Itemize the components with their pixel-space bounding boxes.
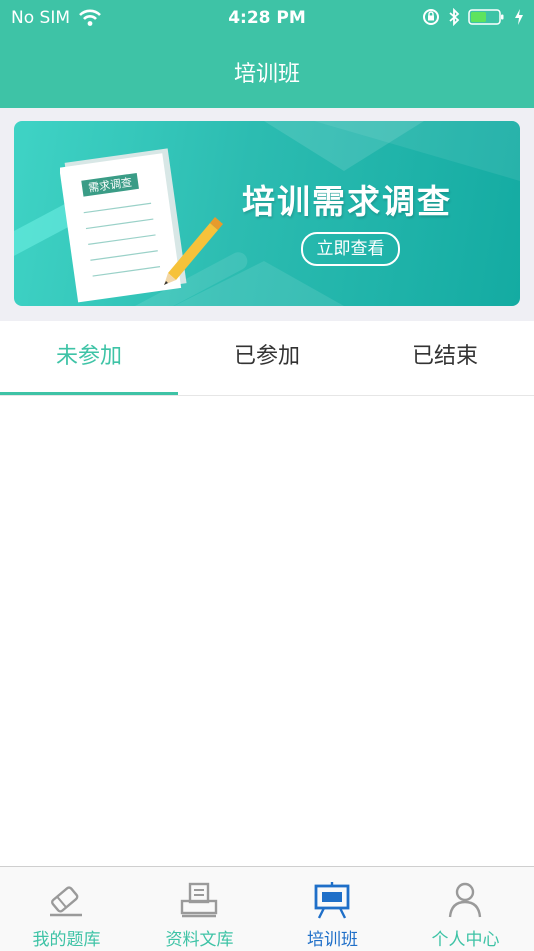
tab-not-joined[interactable]: 未参加 — [0, 321, 178, 395]
banner-title: 培训需求调查 — [242, 182, 452, 221]
status-bar: No SIM 4:28 PM — [0, 0, 534, 36]
tab-joined[interactable]: 已参加 — [178, 321, 356, 395]
training-status-tabs: 未参加 已参加 已结束 — [0, 321, 534, 396]
rotation-lock-icon — [423, 9, 439, 25]
banner-section: 需求调查 培训需求调查 立即查看 — [0, 108, 534, 321]
training-list-content — [0, 396, 534, 866]
tab-bar-training-class[interactable]: 培训班 — [266, 867, 399, 951]
view-now-button[interactable]: 立即查看 — [301, 232, 400, 266]
printer-icon — [180, 882, 218, 918]
bottom-tab-bar: 我的题库 资料文库 培训班 个人中心 — [0, 866, 534, 951]
training-survey-banner[interactable]: 需求调查 培训需求调查 立即查看 — [14, 121, 520, 306]
tab-bar-label: 我的题库 — [32, 930, 101, 950]
navigation-bar: 培训班 — [0, 36, 534, 108]
tab-bar-document-library[interactable]: 资料文库 — [133, 867, 266, 951]
pencil-eraser-icon — [50, 886, 82, 917]
tab-bar-personal-center[interactable]: 个人中心 — [399, 867, 532, 951]
tab-ended[interactable]: 已结束 — [356, 321, 534, 395]
tab-bar-label: 资料文库 — [165, 930, 234, 950]
tab-bar-label: 个人中心 — [431, 930, 500, 950]
active-tab-indicator — [0, 392, 178, 395]
easel-board-icon — [314, 882, 350, 919]
tab-bar-question-bank[interactable]: 我的题库 — [0, 867, 133, 951]
charging-bolt-icon — [515, 9, 523, 25]
battery-icon — [468, 9, 504, 25]
survey-document-illustration: 需求调查 — [60, 148, 223, 303]
status-right — [422, 8, 524, 26]
page-title: 培训班 — [233, 62, 300, 87]
tab-bar-label: 培训班 — [307, 930, 358, 950]
bluetooth-icon — [449, 8, 460, 26]
person-icon — [448, 882, 482, 918]
